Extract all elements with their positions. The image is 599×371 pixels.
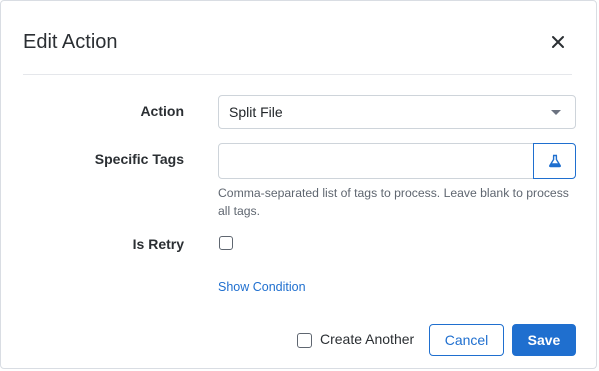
is-retry-label: Is Retry: [132, 236, 184, 252]
specific-tags-input[interactable]: [218, 143, 534, 179]
specific-tags-label: Specific Tags: [94, 151, 184, 167]
show-condition-link[interactable]: Show Condition: [218, 280, 306, 294]
dialog-header: Edit Action: [23, 1, 572, 75]
save-button[interactable]: Save: [512, 324, 576, 356]
test-tags-button[interactable]: [533, 143, 576, 179]
action-select[interactable]: Split File: [218, 95, 576, 129]
action-label: Action: [140, 103, 184, 119]
specific-tags-help: Comma-separated list of tags to process.…: [218, 186, 569, 218]
close-icon[interactable]: [550, 34, 566, 50]
cancel-button[interactable]: Cancel: [429, 324, 504, 356]
chevron-down-icon: [551, 110, 561, 115]
is-retry-checkbox[interactable]: [219, 236, 233, 250]
create-another-label[interactable]: Create Another: [320, 331, 414, 347]
create-another-checkbox[interactable]: [297, 333, 312, 348]
action-select-value: Split File: [229, 104, 283, 120]
edit-action-dialog: Edit Action Action Split File Specific T…: [0, 0, 597, 369]
flask-icon: [548, 154, 561, 168]
dialog-title: Edit Action: [23, 31, 118, 53]
